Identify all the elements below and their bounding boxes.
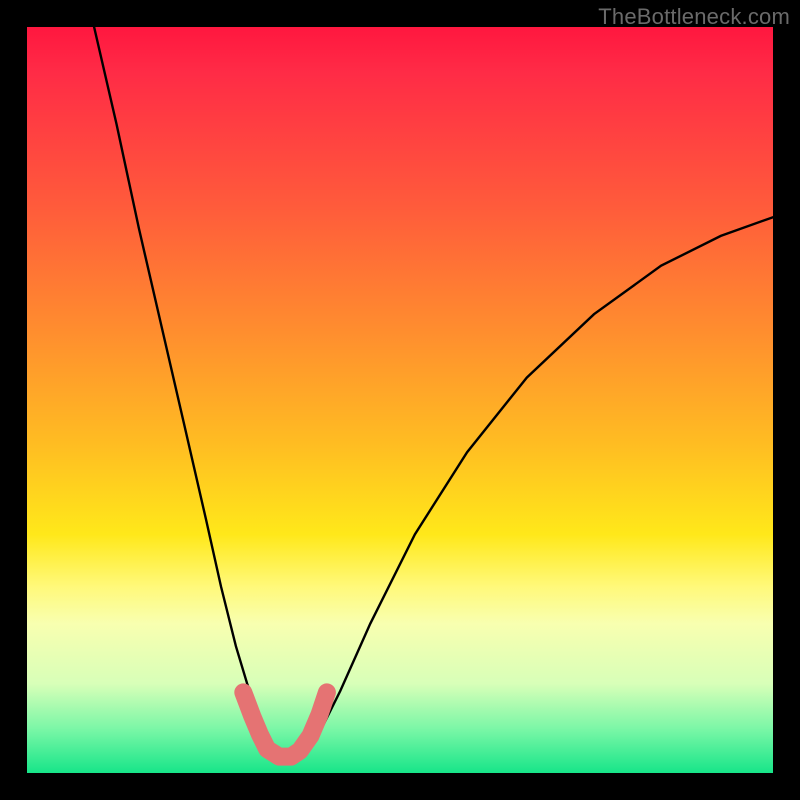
- gradient-plot-area: [27, 27, 773, 773]
- left-curve: [94, 27, 288, 760]
- outer-frame: TheBottleneck.com: [0, 0, 800, 800]
- right-curve: [296, 217, 773, 759]
- valley-marker: [243, 692, 327, 756]
- curve-layer: [27, 27, 773, 773]
